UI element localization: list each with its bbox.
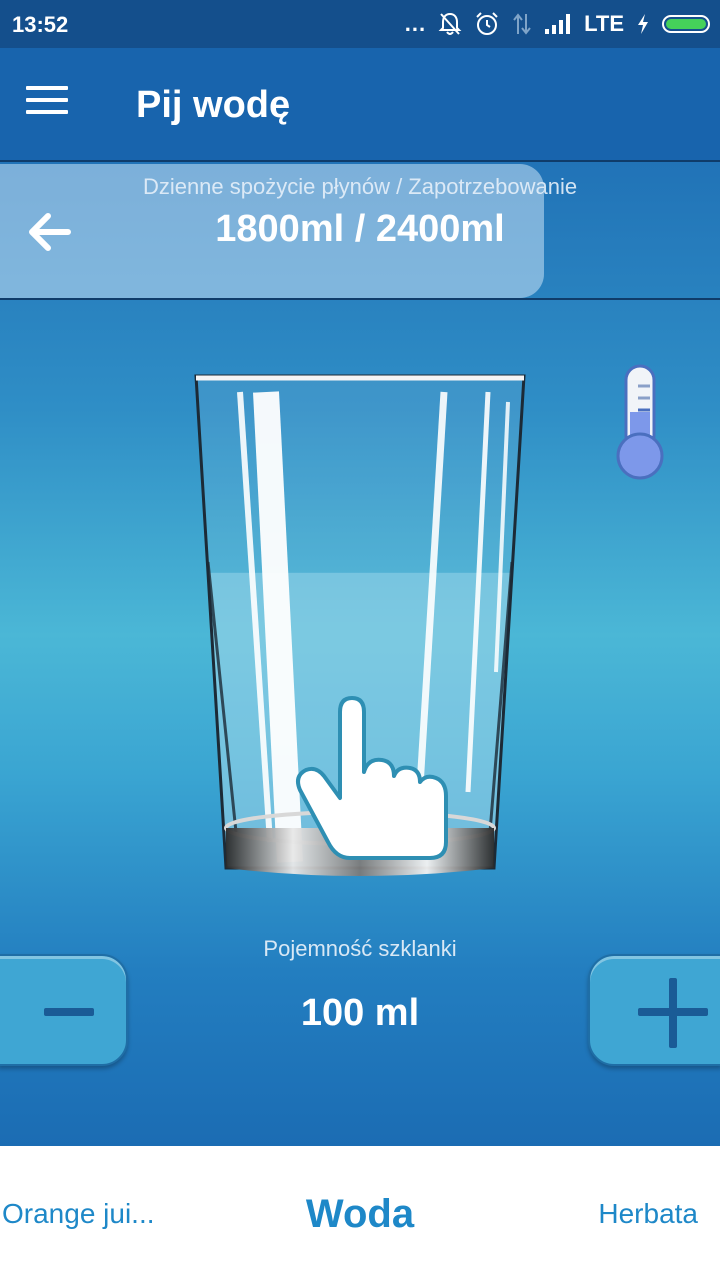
intake-label: Dzienne spożycie płynów / Zapotrzebowani… bbox=[142, 174, 578, 199]
data-arrows-icon bbox=[513, 13, 531, 35]
decrease-capacity-button[interactable] bbox=[0, 954, 128, 1066]
signal-icon bbox=[545, 14, 571, 34]
battery-level bbox=[666, 19, 706, 29]
alarm-icon bbox=[476, 12, 498, 35]
minus-icon bbox=[44, 1008, 94, 1016]
hamburger-menu-icon[interactable] bbox=[26, 86, 68, 120]
network-type: LTE bbox=[584, 11, 624, 36]
intake-value: 1800ml / 2400ml bbox=[215, 208, 505, 250]
status-bar: 13:52 ... LTE bbox=[0, 0, 720, 48]
charging-icon bbox=[638, 14, 648, 34]
glass-icon bbox=[194, 374, 526, 876]
more-notifications-dots: ... bbox=[404, 11, 427, 36]
battery-icon bbox=[662, 15, 710, 33]
tab-tea[interactable]: Herbata bbox=[598, 1198, 698, 1230]
thermometer-icon bbox=[616, 364, 664, 480]
water-glass[interactable] bbox=[190, 372, 530, 886]
drink-tabs: Orange jui... Woda Herbata bbox=[0, 1146, 720, 1280]
app-bar: Pij wodę bbox=[0, 48, 720, 160]
page-title: Pij wodę bbox=[136, 84, 291, 126]
increase-capacity-button[interactable] bbox=[588, 954, 720, 1066]
notifications-off-icon bbox=[438, 12, 462, 35]
status-icons: ... LTE bbox=[405, 8, 710, 40]
divider bbox=[0, 298, 720, 300]
thermometer-button[interactable] bbox=[612, 362, 668, 482]
tab-water[interactable]: Woda bbox=[306, 1192, 414, 1236]
tab-orange-juice[interactable]: Orange jui... bbox=[2, 1198, 155, 1230]
status-time: 13:52 bbox=[12, 12, 69, 37]
main-content: Dzienne spożycie płynów / Zapotrzebowani… bbox=[0, 160, 720, 1148]
